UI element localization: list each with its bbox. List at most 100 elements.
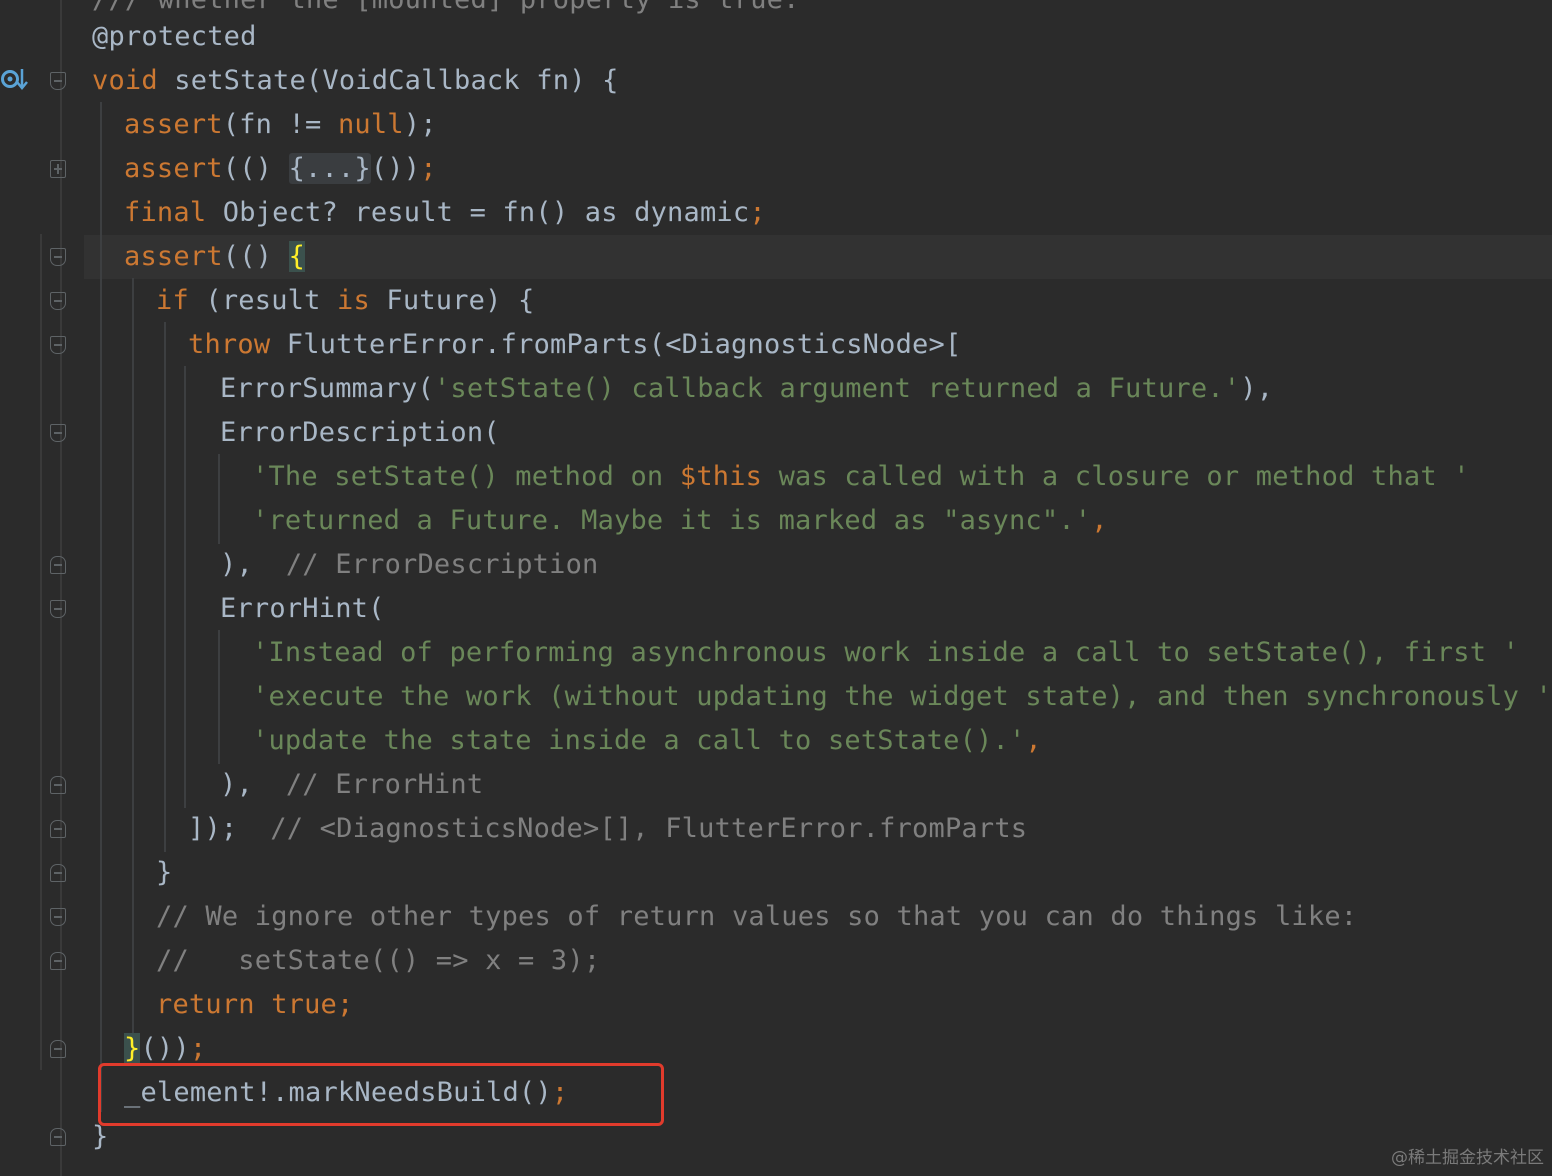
code-line-current: assert(() {	[124, 235, 306, 279]
semicolon: ;	[189, 1033, 207, 1064]
keyword: assert	[124, 241, 223, 272]
fold-toggle-icon[interactable]	[50, 248, 66, 266]
code-line: assert(fn != null);	[124, 103, 437, 147]
keyword: void	[92, 65, 158, 96]
fold-toggle-icon[interactable]	[50, 1040, 66, 1058]
code-line: final Object? result = fn() as dynamic;	[124, 191, 766, 235]
keyword: true	[254, 989, 338, 1020]
semicolon: ;	[749, 197, 766, 228]
code-text: ErrorDescription(	[220, 417, 500, 448]
fold-toggle-icon[interactable]	[50, 72, 66, 90]
code-text: ]);	[188, 813, 238, 844]
code-line: @protected	[92, 15, 257, 59]
code-text: (result	[188, 285, 338, 316]
code-line: 'Instead of performing asynchronous work…	[252, 631, 1519, 675]
keyword: final	[124, 197, 207, 228]
annotation-protected: @protected	[92, 21, 257, 52]
comment: // <DiagnosticsNode>[], FlutterError.fro…	[237, 813, 1028, 844]
fold-toggle-icon[interactable]	[50, 292, 66, 310]
code-text: ())	[140, 1033, 190, 1064]
editor-gutter	[0, 0, 84, 1176]
fold-toggle-icon[interactable]	[50, 908, 66, 926]
code-text: (()	[222, 241, 289, 272]
code-line: if (result is Future) {	[156, 279, 535, 323]
code-text: FlutterError.fromParts(<DiagnosticsNode>…	[270, 329, 962, 360]
code-line: throw FlutterError.fromParts(<Diagnostic…	[188, 323, 961, 367]
comment: // setState(() => x = 3);	[156, 945, 601, 976]
code-text: ())	[370, 153, 421, 184]
keyword: throw	[188, 329, 271, 360]
comment: // ErrorDescription	[252, 549, 599, 580]
string-literal: 'setState() callback argument returned a…	[433, 373, 1241, 404]
fold-toggle-icon[interactable]	[50, 600, 66, 618]
fold-toggle-icon[interactable]	[50, 336, 66, 354]
code-line: 'returned a Future. Maybe it is marked a…	[252, 499, 1108, 543]
code-line: ErrorHint(	[220, 587, 385, 631]
code-text: ErrorSummary(	[220, 373, 434, 404]
string-literal: 'execute the work (without updating the …	[252, 681, 1552, 712]
code-text: }	[156, 857, 173, 888]
folded-region[interactable]: {...}	[288, 153, 371, 184]
code-line: // setState(() => x = 3);	[156, 939, 600, 983]
keyword-this: this	[696, 461, 763, 492]
fold-toggle-icon[interactable]	[50, 820, 66, 838]
comma: ,	[1025, 725, 1042, 756]
code-text: (()	[222, 153, 289, 184]
code-line: // We ignore other types of return value…	[156, 895, 1357, 939]
interpolation-dollar: $	[679, 461, 697, 492]
semicolon: ;	[337, 989, 354, 1020]
fold-toggle-icon[interactable]	[50, 776, 66, 794]
code-editor[interactable]: /// whether the [mounted] property is tr…	[0, 0, 1552, 1176]
code-text: );	[403, 109, 437, 140]
code-text: ),	[220, 769, 253, 800]
semicolon: ;	[420, 153, 437, 184]
string-literal: was called with a closure or method that…	[762, 461, 1470, 492]
string-literal: 'The setState() method on	[252, 461, 680, 492]
comment: // ErrorHint	[252, 769, 484, 800]
fold-toggle-icon[interactable]	[50, 1128, 66, 1146]
string-literal: 'returned a Future. Maybe it is marked a…	[252, 505, 1092, 536]
comment: // We ignore other types of return value…	[156, 901, 1358, 932]
code-line: ErrorDescription(	[220, 411, 500, 455]
string-literal: 'update the state inside a call to setSt…	[252, 725, 1026, 756]
keyword: if	[156, 285, 189, 316]
comma: ,	[1091, 505, 1108, 536]
code-text: Object? result = fn() as dynamic	[206, 197, 750, 228]
watermark: @稀土掘金技术社区	[1391, 1148, 1544, 1168]
doc-comment: /// whether the [mounted] property is tr…	[92, 0, 800, 15]
code-area[interactable]: /// whether the [mounted] property is tr…	[92, 0, 1552, 1176]
code-line: ErrorSummary('setState() callback argume…	[220, 367, 1273, 411]
code-line: 'The setState() method on $this was call…	[252, 455, 1470, 499]
code-text: ),	[220, 549, 253, 580]
code-line: }	[156, 851, 172, 895]
matched-brace: }	[124, 1033, 141, 1064]
code-text: ErrorHint(	[220, 593, 385, 624]
code-line: 'update the state inside a call to setSt…	[252, 719, 1042, 763]
fold-toggle-icon[interactable]	[50, 864, 66, 882]
code-text: setState(VoidCallback fn) {	[157, 65, 619, 96]
expand-fold-icon[interactable]	[50, 160, 66, 178]
string-literal: 'Instead of performing asynchronous work…	[252, 637, 1520, 668]
matched-brace: {	[288, 241, 306, 272]
keyword: null	[337, 109, 404, 140]
keyword: assert	[124, 109, 223, 140]
code-line: void setState(VoidCallback fn) {	[92, 59, 619, 103]
annotation-highlight-box	[98, 1063, 664, 1126]
code-line: 'execute the work (without updating the …	[252, 675, 1552, 719]
code-line: return true;	[156, 983, 353, 1027]
keyword: return	[156, 989, 255, 1020]
code-text: ),	[1240, 373, 1274, 404]
override-method-icon[interactable]	[0, 66, 32, 94]
code-text: Future) {	[369, 285, 535, 316]
code-line: assert(() {...}());	[124, 147, 437, 191]
keyword: assert	[124, 153, 223, 184]
code-text: (fn !=	[222, 109, 338, 140]
code-line: ), // ErrorHint	[220, 763, 483, 807]
gutter-scope-line	[40, 234, 42, 1070]
fold-toggle-icon[interactable]	[50, 952, 66, 970]
keyword: is	[337, 285, 370, 316]
code-line: ), // ErrorDescription	[220, 543, 599, 587]
fold-toggle-icon[interactable]	[50, 424, 66, 442]
fold-toggle-icon[interactable]	[50, 556, 66, 574]
code-line: ]); // <DiagnosticsNode>[], FlutterError…	[188, 807, 1027, 851]
